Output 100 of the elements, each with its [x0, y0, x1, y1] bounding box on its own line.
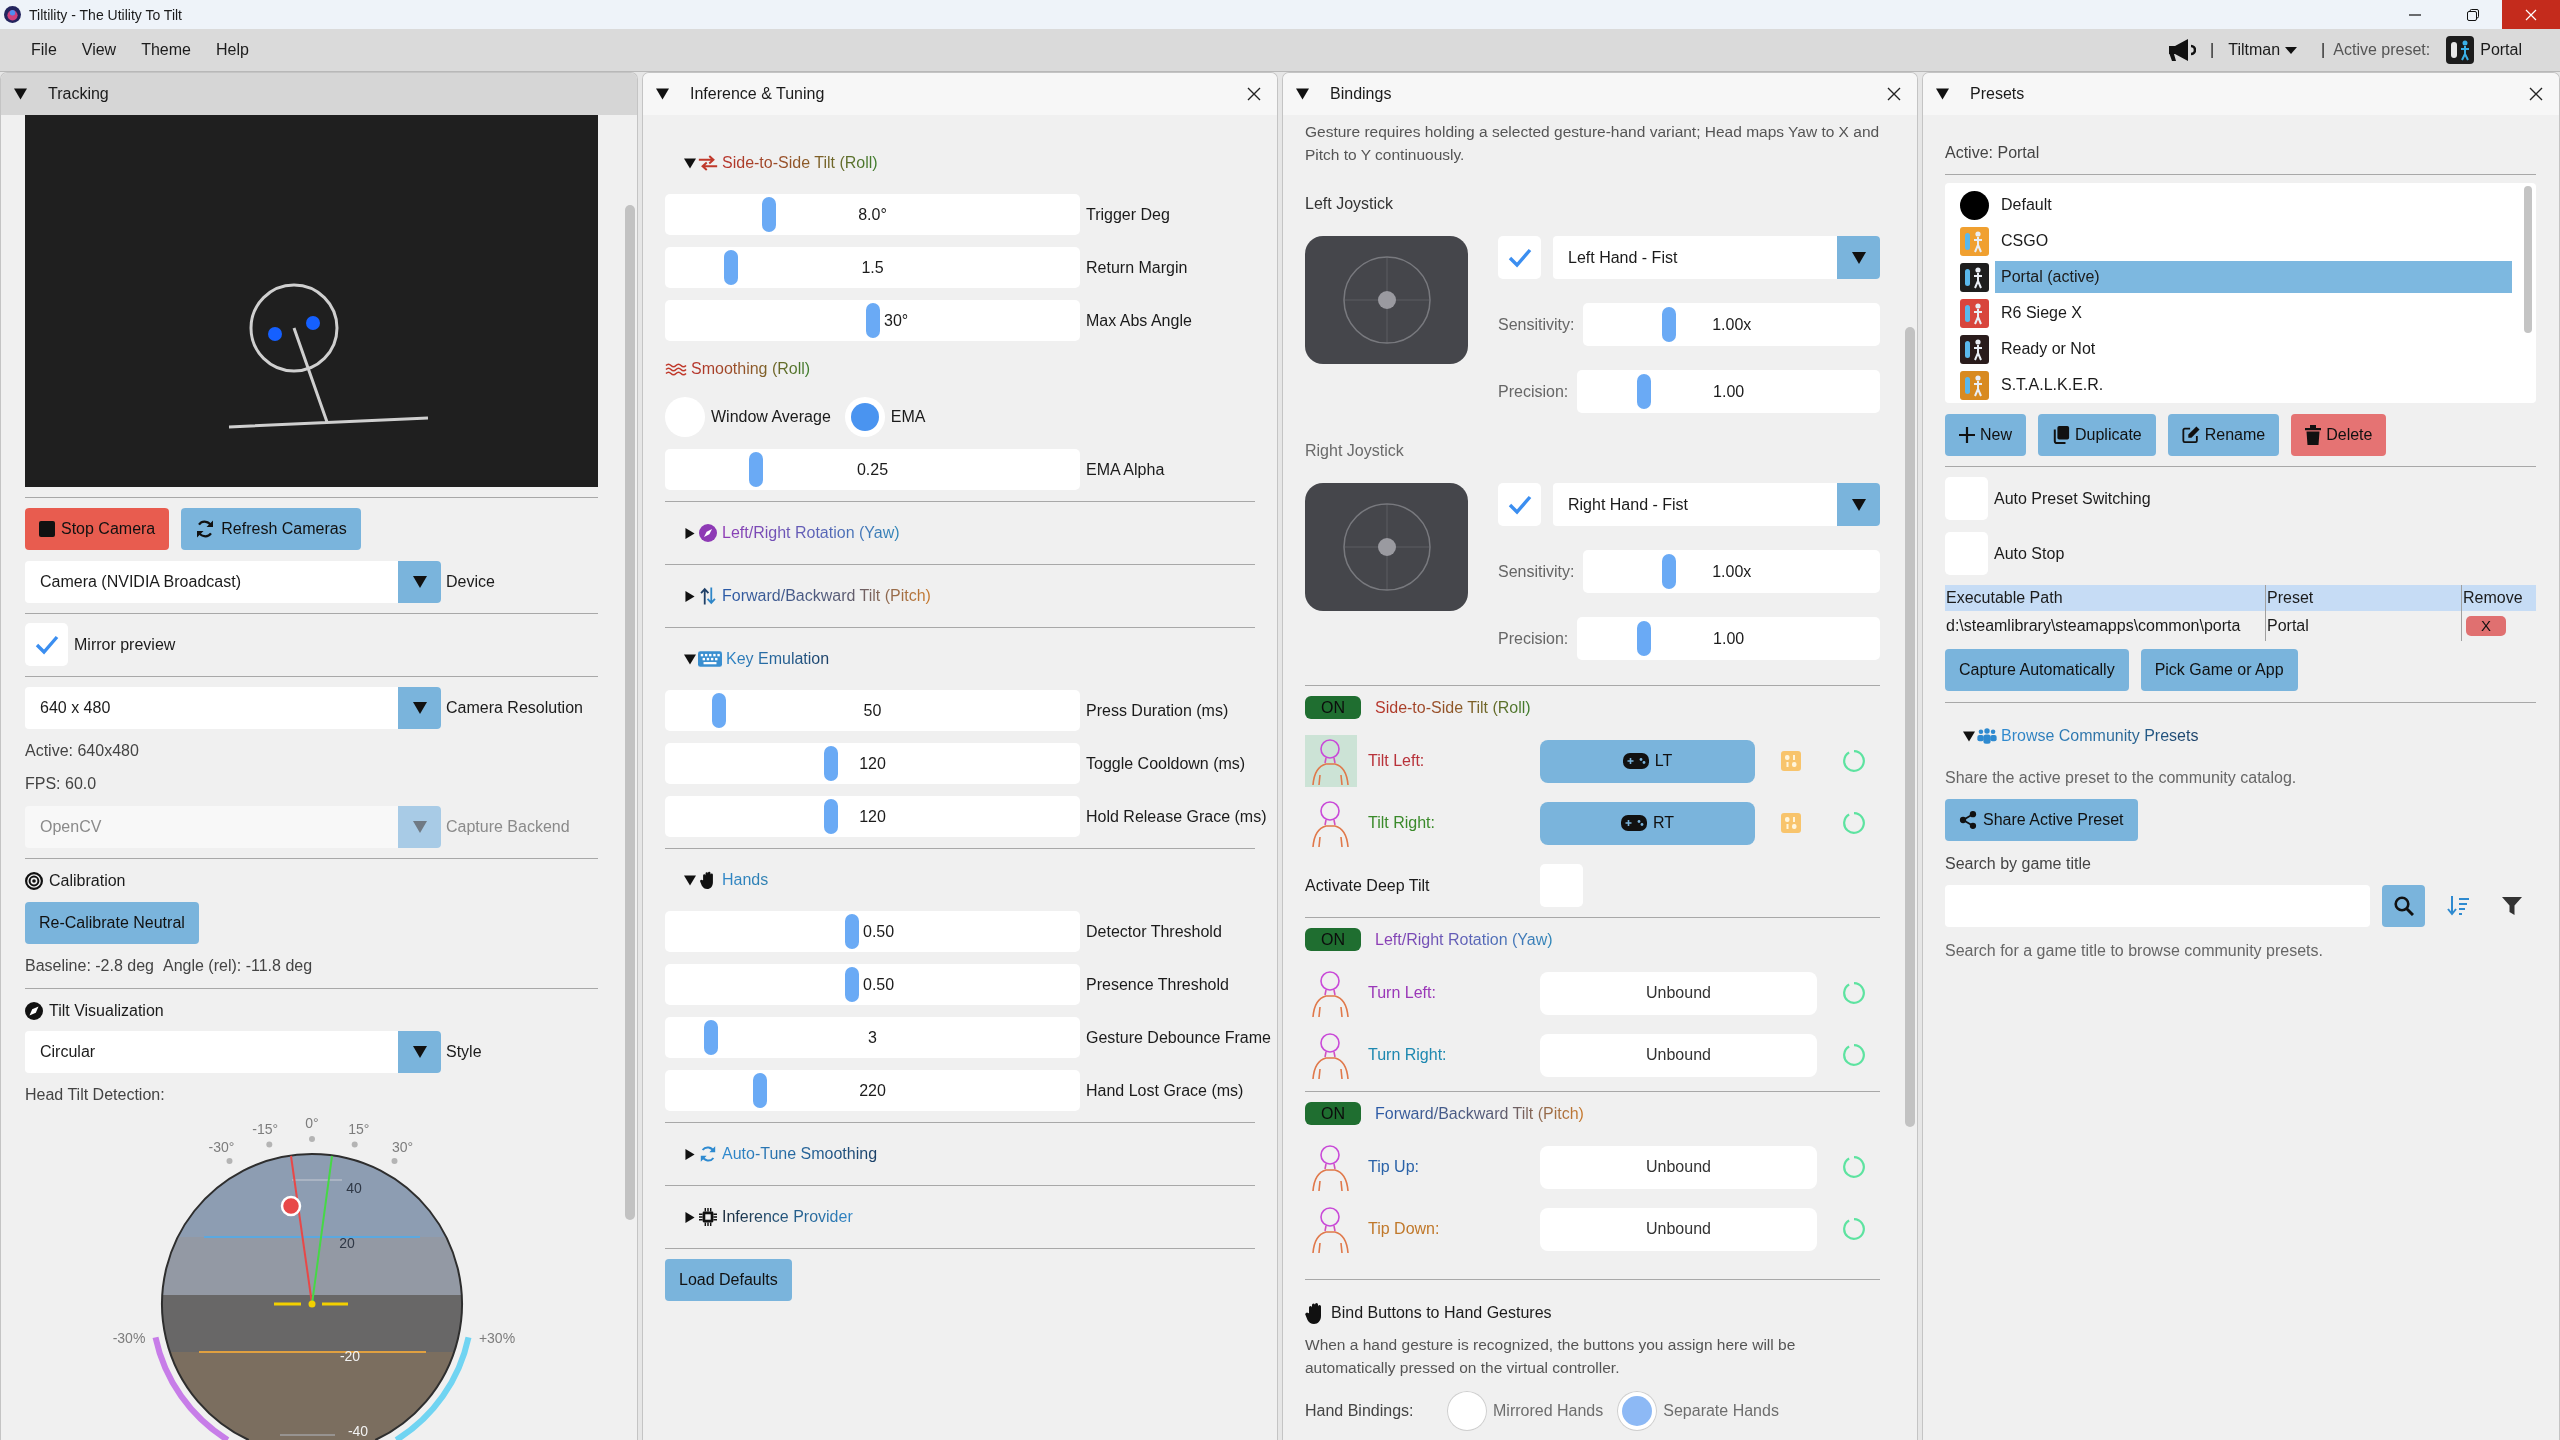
slider[interactable]: 50	[665, 690, 1080, 731]
slider-thumb[interactable]	[1636, 374, 1651, 409]
preset-item[interactable]: S.T.A.L.K.E.R.	[1995, 369, 2512, 401]
slider[interactable]: 0.25	[665, 449, 1080, 490]
refresh-cameras-button[interactable]: Refresh Cameras	[181, 508, 361, 550]
caret-right-icon[interactable]	[684, 1211, 696, 1223]
slider-thumb[interactable]	[711, 693, 726, 728]
slider-thumb[interactable]	[844, 967, 859, 1002]
section-title[interactable]: Forward/Backward Tilt (Pitch)	[722, 587, 931, 605]
scrollbar-thumb[interactable]	[625, 205, 635, 1220]
slider-thumb[interactable]	[724, 250, 739, 285]
radio-button[interactable]	[1617, 1391, 1658, 1431]
caret-right-icon[interactable]	[684, 527, 696, 539]
caret-right-icon[interactable]	[684, 590, 696, 602]
dropdown-button[interactable]	[1837, 483, 1880, 526]
slider-thumb[interactable]	[1662, 554, 1677, 589]
section-title[interactable]: Key Emulation	[726, 650, 830, 668]
delete-preset-button[interactable]: Delete	[2291, 414, 2387, 456]
binding-field[interactable]: Unbound	[1540, 1033, 1817, 1077]
style-dropdown[interactable]: Circular	[25, 1031, 441, 1073]
preset-item[interactable]: CSGO	[1995, 225, 2512, 257]
checkbox[interactable]	[1498, 483, 1541, 526]
binding-field[interactable]: Unbound	[1540, 1207, 1817, 1251]
caret-down-icon[interactable]	[684, 874, 696, 886]
gesture-dropdown[interactable]: Left Hand - Fist	[1553, 236, 1880, 279]
share-preset-button[interactable]: Share Active Preset	[1945, 799, 2138, 841]
new-preset-button[interactable]: New	[1945, 414, 2026, 456]
slider-thumb[interactable]	[824, 746, 838, 781]
rename-preset-button[interactable]: Rename	[2167, 414, 2280, 456]
caret-down-icon[interactable]	[1936, 88, 1949, 100]
dropdown-button[interactable]	[1837, 236, 1880, 279]
checkbox[interactable]	[25, 623, 68, 666]
megaphone-icon[interactable]	[2168, 38, 2197, 62]
slider[interactable]: 1.00	[1577, 370, 1880, 413]
recalibrate-button[interactable]: Re-Calibrate Neutral	[25, 902, 199, 944]
slider-thumb[interactable]	[865, 303, 880, 338]
section-title[interactable]: Left/Right Rotation (Yaw)	[722, 524, 900, 542]
slider[interactable]: 0.50	[665, 964, 1080, 1005]
slider[interactable]: 120	[665, 796, 1080, 837]
menu-item[interactable]: File	[31, 41, 57, 59]
preset-item[interactable]: Ready or Not	[1995, 333, 2512, 365]
slider[interactable]: 1.00x	[1583, 550, 1880, 593]
binding-button[interactable]: LT	[1540, 739, 1755, 783]
stop-camera-button[interactable]: Stop Camera	[25, 508, 170, 550]
binding-field[interactable]: Unbound	[1540, 1145, 1817, 1189]
caret-down-icon[interactable]	[656, 88, 669, 100]
menu-item[interactable]: View	[81, 41, 117, 59]
slider-thumb[interactable]	[1636, 621, 1651, 656]
section-title[interactable]: Side-to-Side Tilt (Roll)	[722, 154, 878, 172]
checkbox[interactable]	[1498, 236, 1541, 279]
slider-thumb[interactable]	[761, 197, 776, 232]
section-title[interactable]: Browse Community Presets	[2001, 727, 2199, 745]
slider[interactable]: 3	[665, 1017, 1080, 1058]
binding-button[interactable]: RT	[1540, 801, 1755, 845]
gesture-dropdown[interactable]: Right Hand - Fist	[1553, 483, 1880, 526]
dropdown-button[interactable]	[398, 1031, 441, 1073]
slider-thumb[interactable]	[749, 452, 764, 487]
slider[interactable]: 0.50	[665, 911, 1080, 952]
slider[interactable]: 1.00	[1577, 617, 1880, 660]
caret-down-icon[interactable]	[684, 157, 696, 169]
slider-thumb[interactable]	[824, 799, 838, 834]
binary-icon[interactable]	[1781, 751, 1801, 771]
binary-icon[interactable]	[1781, 813, 1801, 833]
slider[interactable]: 1.5	[665, 247, 1080, 288]
preset-item[interactable]: R6 Siege X	[1995, 297, 2512, 329]
dropdown-button[interactable]	[398, 687, 441, 729]
resolution-dropdown[interactable]: 640 x 480	[25, 687, 441, 729]
caret-down-icon[interactable]	[1963, 730, 1975, 742]
pick-app-button[interactable]: Pick Game or App	[2140, 649, 2298, 691]
dropdown-button[interactable]	[398, 561, 441, 603]
capture-button[interactable]: Capture Automatically	[1945, 649, 2129, 691]
menu-item[interactable]: Theme	[141, 41, 191, 59]
slider-thumb[interactable]	[703, 1020, 718, 1055]
binding-field[interactable]: Unbound	[1540, 971, 1817, 1015]
slider-thumb[interactable]	[753, 1073, 768, 1108]
search-button[interactable]	[2382, 885, 2425, 927]
duplicate-preset-button[interactable]: Duplicate	[2038, 414, 2156, 456]
slider[interactable]: 30°	[665, 300, 1080, 341]
caret-down-icon[interactable]	[14, 88, 27, 100]
menu-item[interactable]: Help	[215, 41, 249, 59]
section-title[interactable]: Auto-Tune Smoothing	[722, 1145, 878, 1163]
load-defaults-button[interactable]: Load Defaults	[665, 1259, 792, 1301]
slider-thumb[interactable]	[844, 914, 859, 949]
sort-icon[interactable]	[2447, 896, 2469, 916]
scrollbar-thumb[interactable]	[2524, 186, 2532, 333]
slider-thumb[interactable]	[1662, 307, 1677, 342]
caret-down-icon[interactable]	[1296, 88, 1309, 100]
preset-item[interactable]: Portal (active)	[1995, 261, 2512, 293]
slider[interactable]: 120	[665, 743, 1080, 784]
slider[interactable]: 1.00x	[1583, 303, 1880, 346]
preset-item[interactable]: Default	[1995, 189, 2512, 221]
slider[interactable]: 220	[665, 1070, 1080, 1111]
filter-icon[interactable]	[2502, 897, 2522, 915]
slider[interactable]: 8.0°	[665, 194, 1080, 235]
user-menu[interactable]: Tiltman	[2228, 41, 2298, 59]
caret-right-icon[interactable]	[684, 1148, 696, 1160]
radio-button[interactable]	[844, 397, 885, 437]
device-dropdown[interactable]: Camera (NVIDIA Broadcast)	[25, 561, 441, 603]
remove-button[interactable]: X	[2466, 616, 2506, 636]
radio-button[interactable]	[1447, 1391, 1487, 1431]
